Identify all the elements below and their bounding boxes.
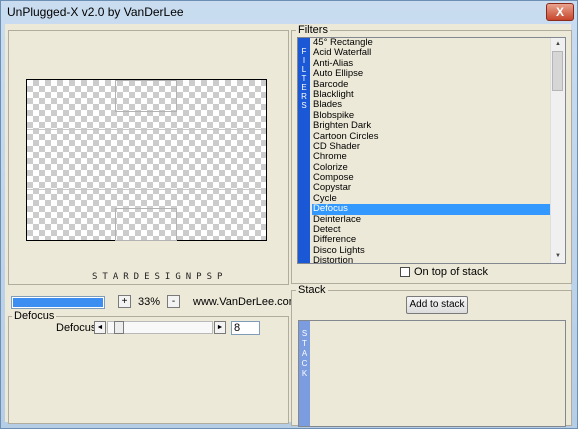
preview-shape — [115, 80, 177, 112]
filter-item[interactable]: CD Shader — [312, 141, 550, 152]
filters-group-label: Filters — [296, 24, 330, 36]
website-link[interactable]: www.VanDerLee.com — [193, 296, 298, 308]
on-top-checkbox[interactable] — [400, 267, 410, 277]
preview-canvas — [26, 79, 267, 241]
scroll-up-icon[interactable]: ▲ — [551, 38, 565, 51]
side-bar-letter: T — [301, 74, 307, 83]
window-title: UnPlugged-X v2.0 by VanDerLee — [7, 5, 184, 19]
guide-line — [27, 189, 266, 190]
stack-side-bar: STACK — [299, 321, 310, 426]
zoom-out-button[interactable]: - — [167, 295, 180, 308]
defocus-param-label: Defocus — [56, 322, 97, 334]
on-top-label: On top of stack — [414, 266, 488, 278]
stack-group-label: Stack — [296, 284, 328, 296]
side-bar-letter: I — [302, 56, 306, 65]
side-bar-letter: C — [301, 359, 308, 368]
defocus-value-input[interactable]: 8 — [231, 321, 260, 335]
progress-fill — [13, 298, 103, 307]
defocus-group-label: Defocus — [12, 310, 57, 322]
side-bar-letter: A — [301, 349, 308, 358]
side-bar-letter: T — [302, 339, 307, 348]
side-bar-letter: K — [301, 369, 308, 378]
title-bar[interactable]: UnPlugged-X v2.0 by VanDerLee X — [1, 1, 577, 25]
progress-bar — [11, 296, 105, 309]
filters-side-bar: FILTERS — [298, 38, 310, 263]
side-bar-letter: L — [301, 65, 307, 74]
zoom-in-button[interactable]: + — [118, 295, 131, 308]
filter-items: 45° Rectangle Acid Waterfall Anti-Alias Aut… — [312, 38, 550, 263]
side-bar-letter: R — [301, 92, 307, 101]
side-bar-letter: S — [301, 329, 308, 338]
defocus-slider-thumb[interactable] — [114, 321, 124, 334]
slider-left-button[interactable]: ◄ — [94, 321, 106, 334]
slider-right-button[interactable]: ► — [214, 321, 226, 334]
side-bar-letter: F — [301, 47, 307, 56]
close-button[interactable]: X — [546, 3, 574, 21]
guide-line — [27, 129, 266, 130]
add-to-stack-button[interactable]: Add to stack — [406, 296, 468, 314]
filter-item[interactable]: Deinterlace — [312, 214, 550, 225]
filter-item[interactable]: Auto Ellipse — [312, 68, 550, 79]
zoom-value: 33% — [138, 296, 161, 308]
filters-scrollbar[interactable]: ▲ ▼ — [550, 38, 565, 263]
scroll-down-icon[interactable]: ▼ — [551, 250, 565, 263]
side-bar-letter: E — [301, 83, 307, 92]
filter-item[interactable]: Distortion — [312, 255, 550, 263]
preview-shape — [115, 208, 177, 241]
filter-item[interactable]: Brighten Dark — [312, 120, 550, 131]
filters-list[interactable]: FILTERS 45° Rectangle Acid Waterfall Anti-… — [297, 37, 566, 264]
logo-text: STARDESIGNPSP — [92, 272, 228, 282]
scroll-thumb[interactable] — [552, 51, 563, 91]
side-bar-letter: S — [301, 101, 307, 110]
filter-item[interactable]: Blacklight — [312, 89, 550, 100]
stack-list[interactable]: STACK — [298, 320, 566, 427]
filter-item[interactable]: Copystar — [312, 183, 550, 194]
